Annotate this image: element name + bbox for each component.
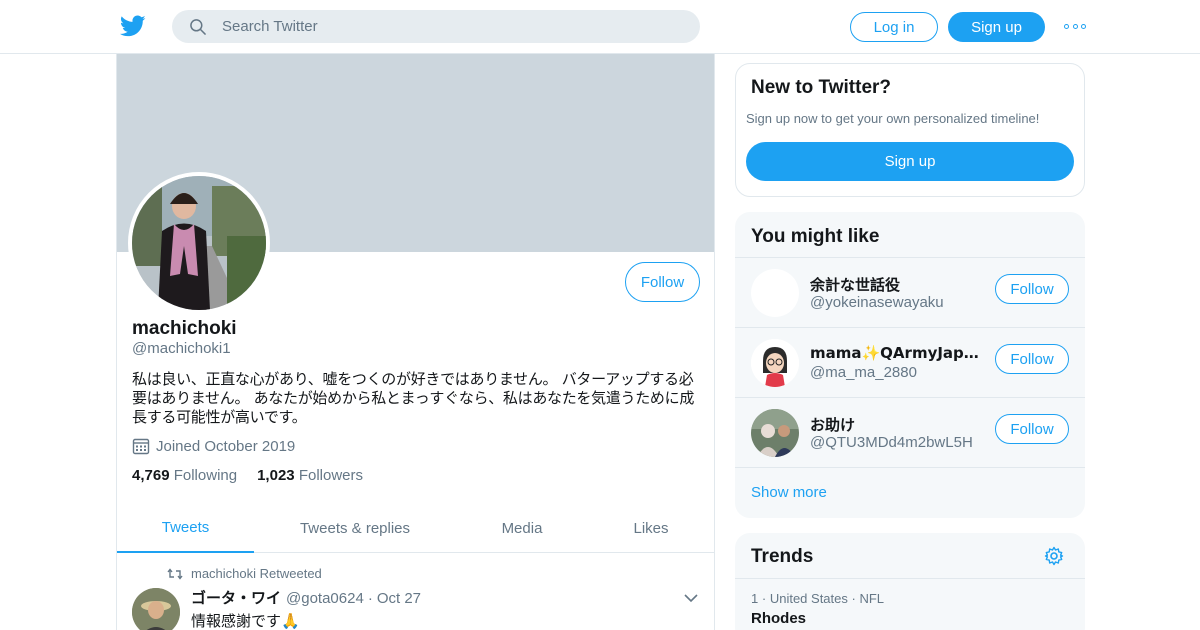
suggested-user-follow-button[interactable]: Follow <box>995 274 1069 304</box>
tab-tweets[interactable]: Tweets <box>117 504 254 553</box>
profile-name: machichoki <box>132 318 237 339</box>
suggested-user[interactable]: お助け @QTU3MDd4m2bwL5H Follow <box>735 397 1085 467</box>
retweet-icon <box>167 567 183 580</box>
chevron-down-icon[interactable] <box>683 592 699 604</box>
followers-count: 1,023 <box>257 467 295 484</box>
joined-date: Joined October 2019 <box>132 436 295 456</box>
new-to-twitter-card: New to Twitter? Sign up now to get your … <box>735 63 1085 197</box>
suggested-user-follow-button[interactable]: Follow <box>995 414 1069 444</box>
twitter-bird-icon[interactable] <box>120 13 146 39</box>
calendar-icon <box>132 438 150 455</box>
search-icon <box>190 19 206 35</box>
trend-rank: 1 <box>751 591 759 606</box>
suggested-user-name[interactable]: mama✨QArmyJapanFlowers🌸 <box>810 344 988 362</box>
profile-column: Follow machichoki @machichoki1 私は良い、正直な心… <box>116 54 715 630</box>
tweet-author-handle[interactable]: @gota0624 <box>286 590 364 607</box>
more-dots-icon[interactable] <box>1064 22 1086 30</box>
profile-handle[interactable]: @machichoki1 <box>132 340 231 357</box>
profile-avatar[interactable] <box>128 172 270 314</box>
suggested-user[interactable]: mama✨QArmyJapanFlowers🌸 @ma_ma_2880 Foll… <box>735 327 1085 397</box>
login-button[interactable]: Log in <box>850 12 938 42</box>
tweet-author-avatar[interactable] <box>132 588 180 630</box>
profile-bio: 私は良い、正直な心があり、嘘をつくのが好きではありません。 バターアップする必要… <box>132 370 695 426</box>
suggested-user-handle: @QTU3MDd4m2bwL5H <box>810 434 973 451</box>
suggested-user-name[interactable]: お助け <box>810 414 988 435</box>
trend-location: United States <box>769 591 848 606</box>
followers-stat[interactable]: 1,023 Followers <box>257 467 363 484</box>
followers-label: Followers <box>298 467 363 484</box>
following-count: 4,769 <box>132 467 170 484</box>
following-stat[interactable]: 4,769 Following <box>132 467 237 484</box>
suggested-user-avatar[interactable] <box>751 269 799 317</box>
search-input[interactable] <box>222 10 682 43</box>
trends-title: Trends <box>751 546 814 567</box>
sidebar-signup-button[interactable]: Sign up <box>746 142 1074 181</box>
suggested-user-avatar[interactable] <box>751 409 799 457</box>
profile-avatar-image <box>132 176 266 310</box>
profile-tabs: Tweets Tweets & replies Media Likes <box>117 504 714 553</box>
you-might-like-card: You might like 余計な世話役 @yokeinasewayaku F… <box>735 212 1085 518</box>
gear-icon[interactable] <box>1044 546 1064 566</box>
tab-likes[interactable]: Likes <box>611 504 691 553</box>
trend-separator: · <box>761 591 767 606</box>
tweet-separator: · <box>367 590 373 607</box>
suggested-user-name[interactable]: 余計な世話役 <box>810 274 988 295</box>
trend-item[interactable]: 1 · United States · NFL Rhodes <box>735 578 1085 630</box>
tab-tweets-replies[interactable]: Tweets & replies <box>282 504 428 553</box>
suggested-user-avatar-image <box>751 409 799 457</box>
suggested-user-handle: @yokeinasewayaku <box>810 294 944 311</box>
suggested-user-avatar[interactable] <box>751 339 799 387</box>
tweet-author-avatar-image <box>132 588 180 630</box>
trend-category: NFL <box>859 591 885 606</box>
suggested-user-follow-button[interactable]: Follow <box>995 344 1069 374</box>
trends-card: Trends 1 · United States · NFL Rhodes <box>735 533 1085 630</box>
new-to-twitter-subtitle: Sign up now to get your own personalized… <box>746 111 1040 126</box>
profile-stats: 4,769 Following 1,023 Followers <box>132 467 383 484</box>
suggested-user[interactable]: 余計な世話役 @yokeinasewayaku Follow <box>735 257 1085 327</box>
suggested-user-handle: @ma_ma_2880 <box>810 364 917 381</box>
show-more-link[interactable]: Show more <box>735 467 1085 518</box>
tweet-author-name[interactable]: ゴータ・ワイ <box>191 587 281 608</box>
joined-text: Joined October 2019 <box>156 437 296 455</box>
tweet-date[interactable]: Oct 27 <box>377 590 421 607</box>
trend-meta: 1 · United States · NFL <box>751 591 884 606</box>
show-more-label[interactable]: Show more <box>751 484 827 501</box>
top-navigation-bar: Log in Sign up <box>0 0 1200 54</box>
trend-separator: · <box>851 591 856 606</box>
new-to-twitter-title: New to Twitter? <box>751 77 892 98</box>
trend-name[interactable]: Rhodes <box>751 610 806 627</box>
search-box[interactable] <box>172 10 700 43</box>
following-label: Following <box>173 467 238 484</box>
tab-media[interactable]: Media <box>462 504 582 553</box>
signup-button[interactable]: Sign up <box>948 12 1045 42</box>
retweet-label[interactable]: machichoki Retweeted <box>191 566 322 581</box>
tweet-text: 情報感謝です🙏 <box>191 612 300 630</box>
suggested-user-avatar-image <box>751 339 799 387</box>
retweet-context: machichoki Retweeted <box>167 566 322 581</box>
tweet-header: ゴータ・ワイ @gota0624 · Oct 27 <box>191 587 421 608</box>
tweet-item[interactable]: machichoki Retweeted ゴータ・ワイ @gota0624 · … <box>117 554 714 630</box>
you-might-like-title: You might like <box>751 226 880 247</box>
follow-button[interactable]: Follow <box>625 262 700 302</box>
